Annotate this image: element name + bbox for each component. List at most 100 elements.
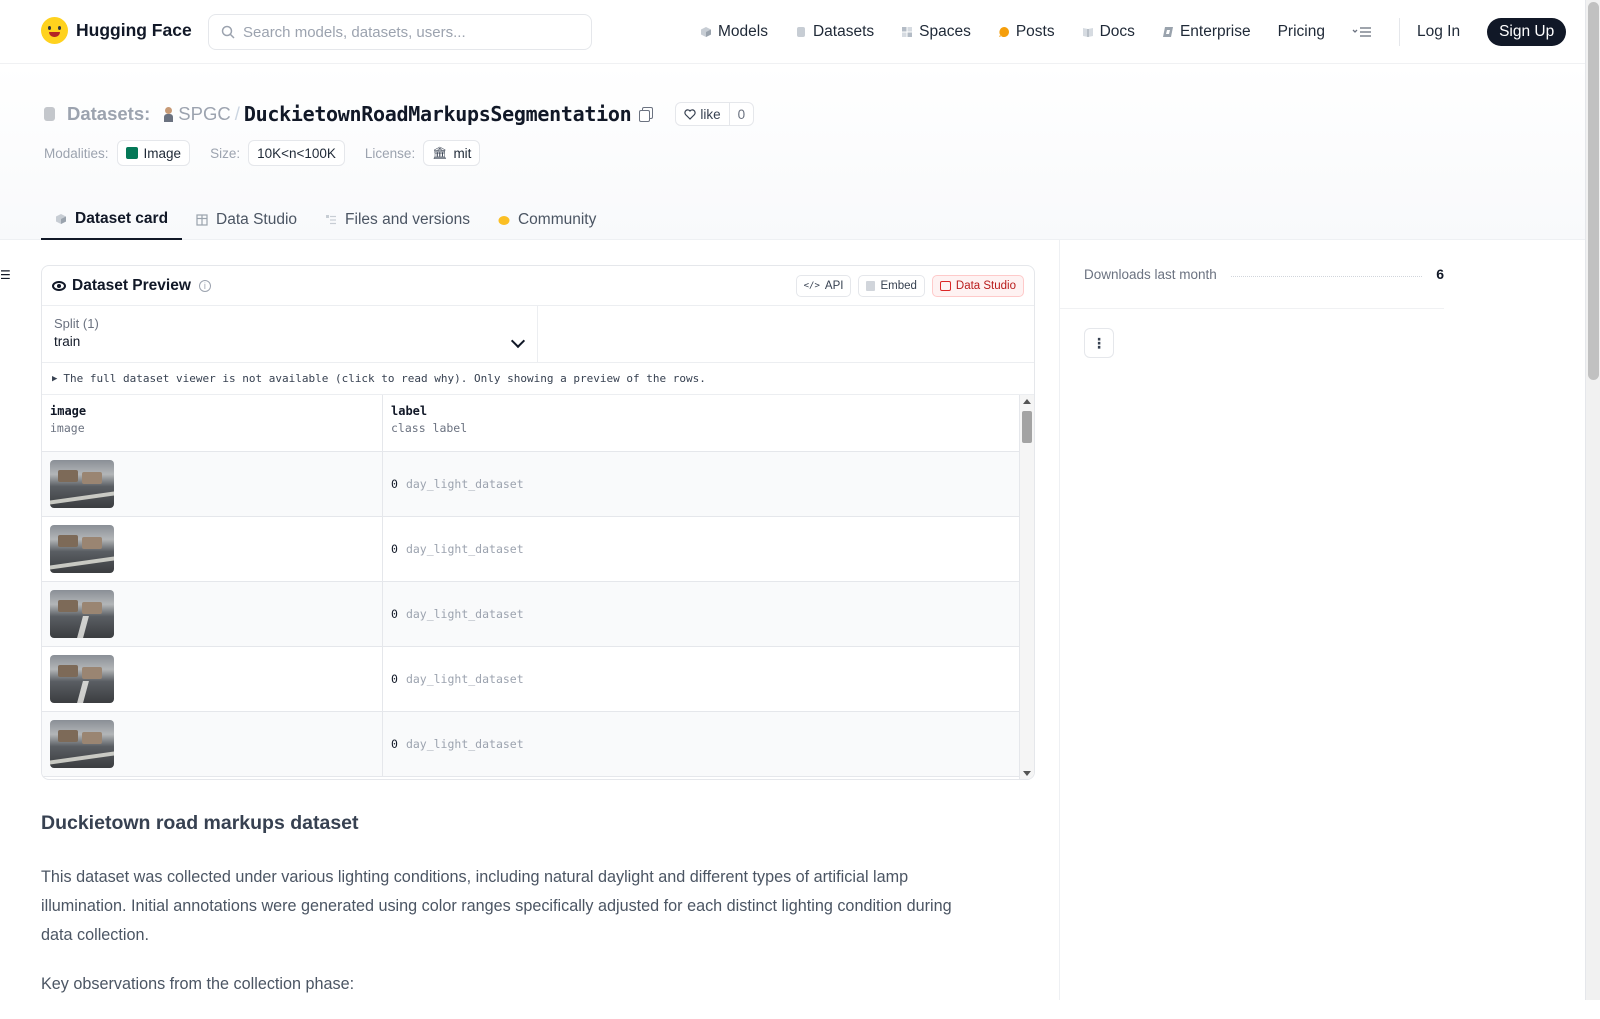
size-tag[interactable]: 10K<n<100K xyxy=(248,140,345,166)
nav-spaces-label: Spaces xyxy=(919,23,971,40)
top-navbar: Hugging Face Models Datasets Spaces Post… xyxy=(0,0,1585,64)
size-value: 10K<n<100K xyxy=(257,145,336,161)
label-index: 0 xyxy=(391,672,398,686)
table-scrollbar[interactable] xyxy=(1019,395,1034,779)
dataset-preview: Dataset Preview i </> API Embed Data Stu… xyxy=(41,265,1035,780)
more-options-button[interactable]: ⋮ xyxy=(1084,328,1114,358)
search-input[interactable] xyxy=(243,23,563,41)
repo-name[interactable]: DuckietownRoadMarkupsSegmentation xyxy=(244,102,632,126)
tab-community[interactable]: Community xyxy=(484,200,610,240)
scroll-up-arrow-icon[interactable] xyxy=(1023,399,1031,404)
org-avatar xyxy=(162,106,174,122)
nav-pricing[interactable]: Pricing xyxy=(1278,23,1325,41)
cube-icon xyxy=(56,214,66,224)
cube-icon xyxy=(701,27,711,37)
preview-header: Dataset Preview i </> API Embed Data Stu… xyxy=(42,266,1034,306)
law-icon: 🏛 xyxy=(432,146,448,160)
search-box[interactable] xyxy=(208,14,592,50)
org-link[interactable]: SPGC xyxy=(178,103,230,125)
nav-spaces[interactable]: Spaces xyxy=(901,23,971,41)
page-scrollbar-thumb[interactable] xyxy=(1588,2,1599,380)
tab-dataset-card[interactable]: Dataset card xyxy=(41,200,183,240)
eye-icon xyxy=(52,280,66,291)
nav-datasets[interactable]: Datasets xyxy=(795,23,874,41)
modality-value: Image xyxy=(143,145,182,161)
nav-links: Models Datasets Spaces Posts Docs Enterp… xyxy=(700,18,1567,46)
label-cell: 0 day_light_dataset xyxy=(383,452,1020,516)
label-index: 0 xyxy=(391,542,398,556)
api-button[interactable]: </> API xyxy=(795,274,852,297)
table-row[interactable]: 0 day_light_dataset xyxy=(42,712,1034,777)
table-icon xyxy=(196,214,208,226)
scrollbar-thumb[interactable] xyxy=(1022,411,1032,443)
label-index: 0 xyxy=(391,737,398,751)
brand-logo[interactable]: Hugging Face xyxy=(41,17,192,44)
notice-text: The full dataset viewer is not available… xyxy=(63,372,706,385)
signup-button[interactable]: Sign Up xyxy=(1487,18,1567,46)
datasets-section-link[interactable]: Datasets: xyxy=(67,103,150,125)
image-thumbnail[interactable] xyxy=(50,590,114,638)
nav-enterprise-label: Enterprise xyxy=(1179,23,1251,40)
table-body: 0 day_light_dataset 0 day_light_dataset … xyxy=(42,452,1034,777)
table-row[interactable]: 0 day_light_dataset xyxy=(42,582,1034,647)
license-label: License: xyxy=(364,145,416,161)
nav-models[interactable]: Models xyxy=(700,23,768,41)
table-header: image image label class label xyxy=(42,395,1034,452)
column-name: label xyxy=(391,404,428,418)
label-class: day_light_dataset xyxy=(405,542,524,556)
dotted-leader xyxy=(1230,275,1423,277)
image-cell xyxy=(42,517,383,581)
like-count: 0 xyxy=(737,106,746,122)
split-label: Split (1) xyxy=(54,316,99,331)
label-class: day_light_dataset xyxy=(405,607,524,621)
nav-docs[interactable]: Docs xyxy=(1082,23,1135,41)
sidebar-toggle-icon[interactable]: ☰ xyxy=(0,268,11,282)
column-type: class label xyxy=(391,421,468,435)
license-tag[interactable]: 🏛 mit xyxy=(423,140,481,166)
enterprise-icon xyxy=(1162,27,1173,37)
nav-divider xyxy=(1398,18,1400,46)
column-header-label[interactable]: label class label xyxy=(383,395,1020,451)
column-type: image xyxy=(50,421,85,435)
page-scrollbar[interactable] xyxy=(1585,0,1600,1000)
split-value: train xyxy=(54,334,81,349)
image-cell xyxy=(42,712,383,776)
image-cell xyxy=(42,582,383,646)
like-button[interactable]: like 0 xyxy=(675,102,755,126)
image-thumbnail[interactable] xyxy=(50,460,114,508)
copy-icon[interactable] xyxy=(639,107,654,122)
embed-icon xyxy=(866,280,876,291)
data-studio-button[interactable]: Data Studio xyxy=(931,274,1024,297)
preview-actions: </> API Embed Data Studio xyxy=(795,274,1024,297)
tab-files-and-versions[interactable]: Files and versions xyxy=(311,200,484,240)
image-thumbnail[interactable] xyxy=(50,655,114,703)
table-row[interactable]: 0 day_light_dataset xyxy=(42,452,1034,517)
split-select[interactable]: Split (1) train xyxy=(42,306,538,362)
embed-button[interactable]: Embed xyxy=(858,274,925,297)
card-paragraph: Key observations from the collection pha… xyxy=(41,975,355,993)
viewer-unavailable-notice[interactable]: ▶ The full dataset viewer is not availab… xyxy=(42,363,1034,395)
image-thumbnail[interactable] xyxy=(50,525,114,573)
nav-docs-label: Docs xyxy=(1099,23,1135,40)
downloads-stat: Downloads last month 6 xyxy=(1084,266,1444,282)
nav-more-menu[interactable] xyxy=(1352,26,1372,38)
table-row[interactable]: 0 day_light_dataset xyxy=(42,517,1034,582)
tab-data-studio[interactable]: Data Studio xyxy=(182,200,311,240)
nav-posts[interactable]: Posts xyxy=(998,23,1055,41)
community-icon xyxy=(498,216,510,225)
info-icon[interactable]: i xyxy=(198,279,211,292)
column-header-image[interactable]: image image xyxy=(42,395,383,451)
label-class: day_light_dataset xyxy=(405,737,524,751)
card-heading: Duckietown road markups dataset xyxy=(41,812,359,834)
dataset-metadata: Modalities: Image Size: 10K<n<100K Licen… xyxy=(44,140,492,166)
right-sidebar: Downloads last month 6 ⋮ xyxy=(1059,240,1585,1000)
scroll-down-arrow-icon[interactable] xyxy=(1023,771,1031,776)
image-thumbnail[interactable] xyxy=(50,720,114,768)
modality-tag[interactable]: Image xyxy=(116,140,191,166)
table-row[interactable]: 0 day_light_dataset xyxy=(42,647,1034,712)
split-selector-row: Split (1) train xyxy=(42,306,1034,363)
tab-dataset-card-label: Dataset card xyxy=(75,210,169,227)
login-link[interactable]: Log In xyxy=(1417,23,1460,41)
modalities-label: Modalities: xyxy=(44,145,109,161)
nav-enterprise[interactable]: Enterprise xyxy=(1162,23,1251,41)
